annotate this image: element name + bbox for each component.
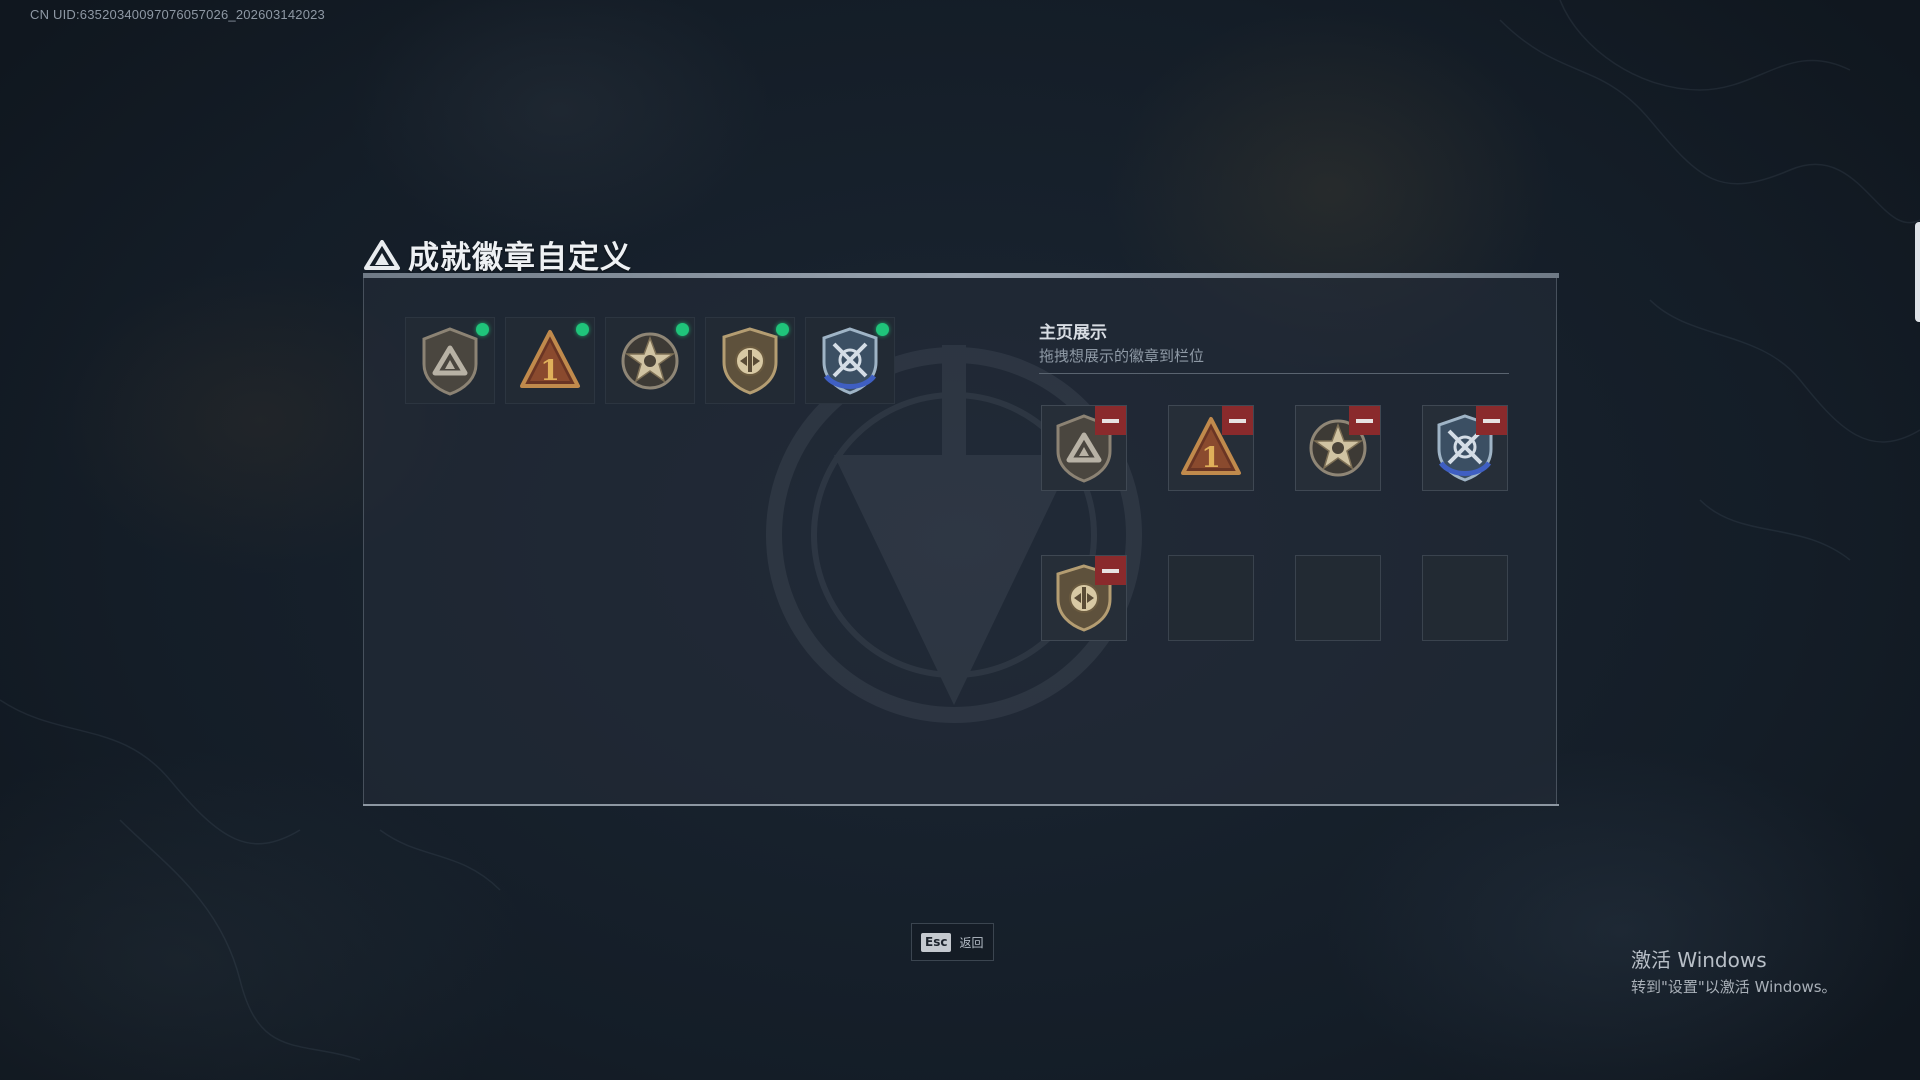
page-header: 成就徽章自定义 — [364, 232, 632, 277]
empty-showcase-slot[interactable] — [1422, 555, 1508, 641]
showcase-divider — [1039, 373, 1509, 374]
side-edge-tab[interactable] — [1915, 222, 1920, 322]
showcase-slot[interactable] — [1422, 405, 1508, 491]
activation-subtitle: 转到"设置"以激活 Windows。 — [1631, 978, 1837, 996]
remove-badge-button[interactable] — [1349, 406, 1380, 435]
minus-icon — [1102, 418, 1119, 423]
blue-crossed-swords-badge-icon — [822, 326, 878, 395]
showcase-subtitle: 拖拽想展示的徽章到栏位 — [1039, 347, 1205, 365]
back-button[interactable]: Esc 返回 — [911, 923, 994, 961]
panel-top-bar — [363, 273, 1559, 278]
svg-text:1: 1 — [540, 354, 559, 387]
showcase-title: 主页展示 — [1039, 323, 1107, 343]
inventory-badge-slot[interactable] — [605, 317, 695, 404]
remove-badge-button[interactable] — [1222, 406, 1253, 435]
shield-triangle-badge-icon — [422, 326, 478, 396]
badge-inventory: 1 — [405, 317, 895, 404]
new-badge-indicator — [876, 323, 889, 336]
new-badge-indicator — [776, 323, 789, 336]
showcase-slot[interactable] — [1295, 405, 1381, 491]
panel-bottom-line — [363, 804, 1559, 806]
inventory-badge-slot[interactable] — [805, 317, 895, 404]
showcase-slot[interactable] — [1041, 405, 1127, 491]
new-badge-indicator — [576, 323, 589, 336]
windows-activation-watermark: 激活 Windows 转到"设置"以激活 Windows。 — [1631, 944, 1837, 997]
activation-title: 激活 Windows — [1631, 948, 1767, 972]
minus-icon — [1483, 418, 1500, 423]
remove-badge-button[interactable] — [1095, 406, 1126, 435]
remove-badge-button[interactable] — [1476, 406, 1507, 435]
svg-text:1: 1 — [1201, 441, 1220, 474]
star-emblem-badge-icon — [621, 332, 679, 389]
badge-customization-panel: 1 主页展示 拖拽想展示的徽章到栏位 1 — [363, 273, 1559, 806]
inventory-badge-slot[interactable]: 1 — [505, 317, 595, 404]
showcase-slot-grid: 1 — [1041, 405, 1508, 641]
bronze-number-one-badge-icon: 1 — [520, 329, 580, 388]
inventory-badge-slot[interactable] — [705, 317, 795, 404]
new-badge-indicator — [676, 323, 689, 336]
empty-showcase-slot[interactable] — [1168, 555, 1254, 641]
game-logo-triangle-icon — [364, 239, 400, 270]
showcase-slot[interactable]: 1 — [1168, 405, 1254, 491]
minus-icon — [1356, 418, 1373, 423]
showcase-slot[interactable] — [1041, 555, 1127, 641]
new-badge-indicator — [476, 323, 489, 336]
remove-badge-button[interactable] — [1095, 556, 1126, 585]
page-title: 成就徽章自定义 — [408, 240, 632, 276]
back-label: 返回 — [959, 935, 984, 950]
minus-icon — [1229, 418, 1246, 423]
inventory-badge-slot[interactable] — [405, 317, 495, 404]
empty-showcase-slot[interactable] — [1295, 555, 1381, 641]
minus-icon — [1102, 568, 1119, 573]
shield-medallion-badge-icon — [722, 326, 778, 395]
user-uid-text: CN UID:635203400970760570​26_20260314202… — [30, 7, 325, 22]
esc-key-icon: Esc — [921, 932, 952, 952]
